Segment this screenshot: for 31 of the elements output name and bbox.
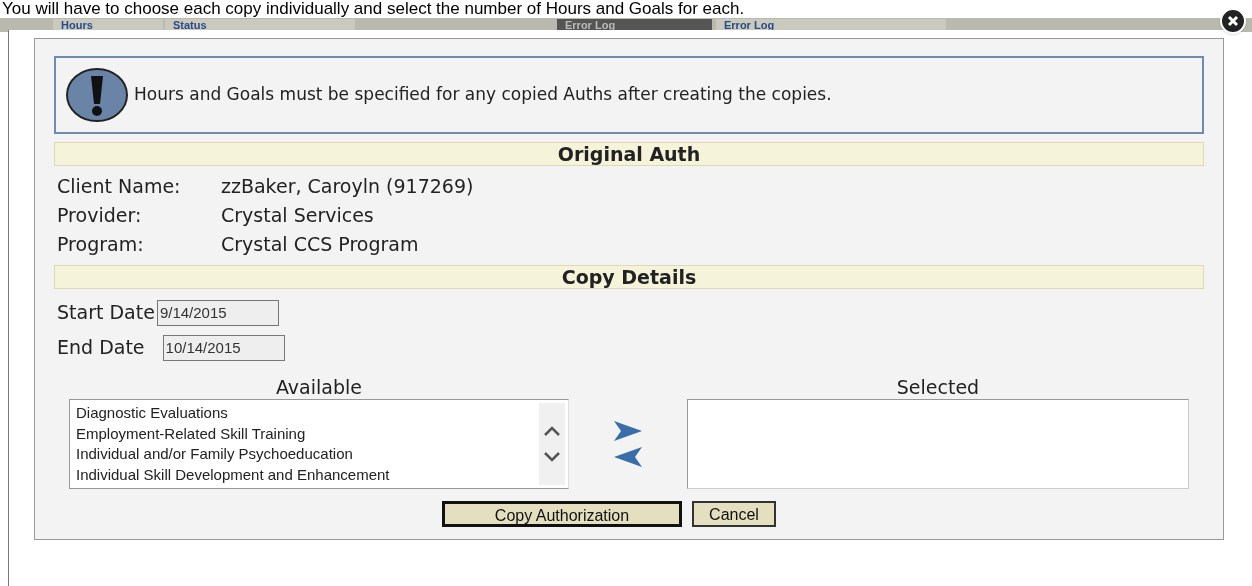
- list-heading: Available: [276, 375, 362, 399]
- list-item[interactable]: Individual and/or Family Psychoeducation: [76, 444, 539, 465]
- field-value: Crystal CCS Program: [221, 232, 419, 258]
- field-value: Crystal Services: [221, 203, 374, 229]
- list-item[interactable]: Individual Skill Development and Enhancement: [76, 464, 539, 485]
- field-label: End Date: [57, 335, 145, 361]
- date-field[interactable]: 9/14/2015: [156, 299, 279, 326]
- field-value: zzBaker, Caroyln (917269): [221, 174, 474, 200]
- chevron-down-icon[interactable]: [543, 451, 561, 462]
- message-text: Hours and Goals must be specified for any copied Auths after creating the copies.: [134, 83, 832, 107]
- instruction-text: You will have to choose each copy individually and select the number of Hours and Goals for each.: [2, 0, 745, 18]
- section-heading: Original Auth: [54, 142, 1204, 166]
- list-item[interactable]: Diagnostic Evaluations: [76, 403, 539, 424]
- field-label: Provider:: [57, 203, 143, 229]
- dialog-button[interactable]: Copy Authorization: [442, 501, 682, 527]
- date-field[interactable]: 10/14/2015: [162, 334, 285, 361]
- section-heading: Copy Details: [54, 265, 1204, 289]
- right-arrow-icon[interactable]: [613, 420, 643, 442]
- close-button[interactable]: [1220, 8, 1246, 34]
- field-label: Program:: [57, 232, 145, 258]
- field-label: Start Date: [57, 300, 155, 326]
- field-label: Client Name:: [57, 174, 182, 200]
- list-item[interactable]: Employment-Related Skill Training: [76, 423, 539, 444]
- dialog-button[interactable]: Cancel: [692, 501, 776, 527]
- available-list[interactable]: Diagnostic Evaluations Employment-Related Skill Training Individual and/or Family Psychoeducation Individual Skill Development and Enhancement: [69, 399, 569, 489]
- chevron-up-icon[interactable]: [543, 426, 561, 437]
- list-heading: Selected: [896, 375, 980, 399]
- left-arrow-icon[interactable]: [613, 446, 643, 468]
- scrollbar[interactable]: [539, 403, 565, 485]
- close-icon[interactable]: [1227, 15, 1239, 27]
- warning-icon: [66, 67, 128, 123]
